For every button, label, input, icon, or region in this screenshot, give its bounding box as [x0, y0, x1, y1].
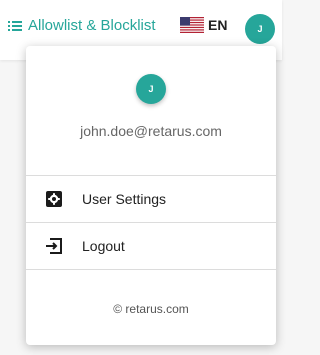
app-root: Allowlist & Blocklist EN J J john.doe@re…: [0, 0, 282, 355]
list-icon: [8, 20, 22, 31]
logout-label: Logout: [82, 238, 125, 254]
copyright-text: © retarus.com: [113, 302, 189, 316]
logout-menu-item[interactable]: Logout: [26, 223, 276, 269]
allowlist-blocklist-link[interactable]: Allowlist & Blocklist: [8, 17, 156, 34]
nav-link-label: Allowlist & Blocklist: [28, 17, 156, 34]
user-menu: J john.doe@retarus.com User Settings Log…: [26, 46, 276, 345]
language-label: EN: [208, 17, 228, 33]
user-settings-label: User Settings: [82, 191, 167, 207]
gear-icon: [46, 191, 62, 207]
language-selector[interactable]: EN: [180, 17, 227, 33]
avatar: J: [136, 74, 166, 104]
user-avatar-button[interactable]: J: [245, 14, 275, 44]
avatar-initial: J: [148, 84, 154, 94]
logout-icon: [46, 238, 62, 254]
menu-divider: [26, 269, 276, 270]
user-settings-menu-item[interactable]: User Settings: [26, 176, 276, 222]
us-flag-icon: [180, 17, 204, 33]
user-email: john.doe@retarus.com: [80, 123, 222, 139]
avatar-initial: J: [257, 24, 263, 34]
